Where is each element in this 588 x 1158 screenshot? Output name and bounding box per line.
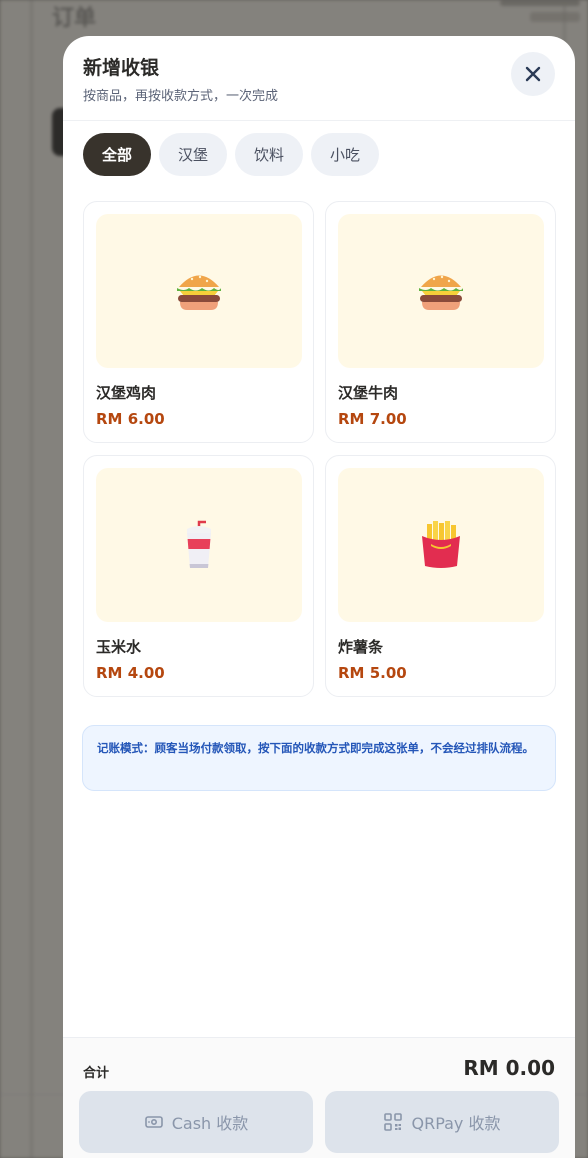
cash-payment-label: Cash 收款: [171, 1114, 249, 1133]
product-price: RM 4.00: [96, 664, 165, 682]
product-name: 汉堡鸡肉: [96, 384, 157, 402]
bookkeeping-mode-notice: 记账模式：顾客当场付款领取，按下面的收款方式即完成这张单，不会经过排队流程。: [82, 725, 556, 791]
product-name: 炸薯条: [338, 638, 384, 656]
checkout-footer: 合计 RM 0.00 Cash 收款 QRPay 收款: [63, 1037, 575, 1158]
modal-title: 新增收银: [83, 57, 160, 79]
cash-payment-button[interactable]: Cash 收款: [79, 1091, 313, 1153]
product-card[interactable]: 汉堡牛肉 RM 7.00: [325, 201, 556, 443]
new-checkout-modal: 新增收银 按商品，再按收款方式，一次完成 全部 汉堡 饮料 小吃 汉堡鸡肉 RM…: [63, 36, 575, 1158]
tab-burger[interactable]: 汉堡: [159, 133, 228, 176]
product-price: RM 7.00: [338, 410, 407, 428]
product-card[interactable]: 汉堡鸡肉 RM 6.00: [83, 201, 314, 443]
drink-cup-icon: [187, 520, 211, 568]
product-card[interactable]: 炸薯条 RM 5.00: [325, 455, 556, 697]
product-price: RM 5.00: [338, 664, 407, 682]
burger-icon: [177, 275, 221, 310]
cash-icon: [144, 1116, 163, 1128]
tab-all[interactable]: 全部: [83, 133, 152, 176]
fries-icon: [422, 521, 460, 568]
total-label: 合计: [83, 1066, 110, 1081]
close-icon: [525, 66, 541, 82]
close-button[interactable]: [511, 52, 555, 96]
product-card[interactable]: 玉米水 RM 4.00: [83, 455, 314, 697]
qrpay-payment-button[interactable]: QRPay 收款: [325, 1091, 559, 1153]
product-image: [96, 468, 302, 622]
product-image: [338, 214, 544, 368]
qr-code-icon: [384, 1113, 403, 1131]
tab-snacks[interactable]: 小吃: [311, 133, 380, 176]
product-image: [338, 468, 544, 622]
product-image: [96, 214, 302, 368]
qrpay-payment-label: QRPay 收款: [411, 1114, 501, 1133]
product-name: 汉堡牛肉: [338, 384, 399, 402]
category-tabs: 全部 汉堡 饮料 小吃: [83, 133, 380, 176]
burger-icon: [419, 275, 463, 310]
total-value: RM 0.00: [463, 1056, 555, 1080]
tab-drinks[interactable]: 饮料: [235, 133, 304, 176]
product-name: 玉米水: [96, 638, 142, 656]
product-price: RM 6.00: [96, 410, 165, 428]
modal-header: 新增收银 按商品，再按收款方式，一次完成: [63, 36, 575, 121]
modal-subtitle: 按商品，再按收款方式，一次完成: [83, 89, 279, 104]
